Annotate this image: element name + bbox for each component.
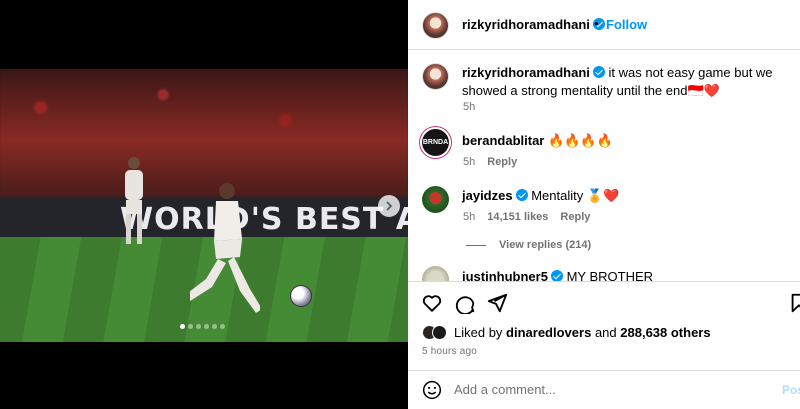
comment-body: berandablitar 🔥🔥🔥🔥 — [462, 132, 613, 150]
comment-body: jayidzes Mentality 🏅❤️ — [462, 187, 619, 205]
caption-author-username[interactable]: rizkyridhoramadhani — [462, 65, 590, 80]
liked-by-avatars — [422, 325, 450, 341]
comment-meta: 5h 14,151 likes Reply — [463, 211, 590, 223]
comment-avatar[interactable] — [422, 186, 449, 213]
author-avatar[interactable] — [422, 12, 449, 39]
heart-icon[interactable] — [421, 292, 443, 314]
caption-author-avatar[interactable] — [422, 63, 449, 90]
liked-by-summary: Liked by dinaredlovers and 288,638 other… — [454, 325, 711, 340]
liked-and: and — [594, 325, 617, 340]
author-username[interactable]: rizkyridhoramadhani — [462, 17, 605, 32]
comment-username[interactable]: jayidzes — [462, 188, 513, 203]
verified-badge-icon — [592, 66, 605, 78]
post-media-area: WORLD'S BEST AIRL — [0, 0, 408, 409]
comment-avatar[interactable]: BRNDA — [422, 129, 449, 156]
football — [290, 285, 312, 307]
smiley-icon[interactable] — [422, 380, 442, 400]
carousel-dot — [212, 324, 217, 329]
header-separator: • — [594, 16, 599, 31]
comment-meta: 5h Reply — [463, 156, 517, 168]
comment-text: 🔥🔥🔥🔥 — [547, 133, 613, 148]
kicking-player — [190, 183, 260, 313]
post-details-panel: rizkyridhoramadhani • Follow rizkyridhor… — [408, 0, 800, 409]
add-comment-bar: Post — [408, 370, 800, 409]
reply-button[interactable]: Reply — [487, 156, 517, 168]
replies-divider-line — [466, 245, 486, 246]
carousel-dot — [204, 324, 209, 329]
comment-username[interactable]: berandablitar — [462, 133, 544, 148]
likes-count[interactable]: 288,638 others — [620, 325, 710, 340]
carousel-dot — [196, 324, 201, 329]
liker-avatar[interactable] — [432, 325, 447, 340]
post-header: rizkyridhoramadhani • Follow — [408, 0, 800, 50]
crowd-background — [0, 69, 408, 197]
caption-time: 5h — [463, 101, 476, 113]
liked-prefix: Liked by — [454, 325, 503, 340]
post-time-ago[interactable]: 5 hours ago — [422, 346, 477, 357]
chevron-right-icon — [386, 201, 393, 211]
comment-icon[interactable] — [454, 292, 476, 314]
caption: rizkyridhoramadhani it was not easy game… — [462, 64, 792, 100]
post-comment-button[interactable]: Post — [782, 383, 800, 397]
follow-button[interactable]: Follow — [606, 17, 647, 32]
carousel-dots — [180, 324, 225, 329]
verified-badge-icon — [515, 189, 528, 201]
comment-time[interactable]: 5h — [463, 156, 475, 168]
bookmark-icon[interactable] — [788, 292, 800, 314]
carousel-next-button[interactable] — [378, 195, 400, 217]
comment-input[interactable] — [454, 382, 754, 397]
background-player — [125, 157, 143, 244]
author-username-text[interactable]: rizkyridhoramadhani — [462, 17, 590, 32]
advertising-board-text: WORLD'S BEST AIRL — [120, 202, 408, 237]
avatar-logo-text: BRNDA — [422, 139, 449, 146]
comment-time[interactable]: 5h — [463, 211, 475, 223]
reply-button[interactable]: Reply — [560, 211, 590, 223]
post-photo[interactable]: WORLD'S BEST AIRL — [0, 69, 408, 342]
carousel-dot — [188, 324, 193, 329]
comment-text: Mentality 🏅❤️ — [531, 188, 620, 203]
view-replies-button[interactable]: View replies (214) — [499, 239, 591, 251]
comment-likes[interactable]: 14,151 likes — [487, 211, 548, 223]
carousel-dot — [180, 324, 185, 329]
share-icon[interactable] — [486, 292, 508, 314]
carousel-dot — [220, 324, 225, 329]
liked-by-user[interactable]: dinaredlovers — [506, 325, 591, 340]
instagram-post-modal: WORLD'S BEST AIRL — [0, 0, 800, 409]
